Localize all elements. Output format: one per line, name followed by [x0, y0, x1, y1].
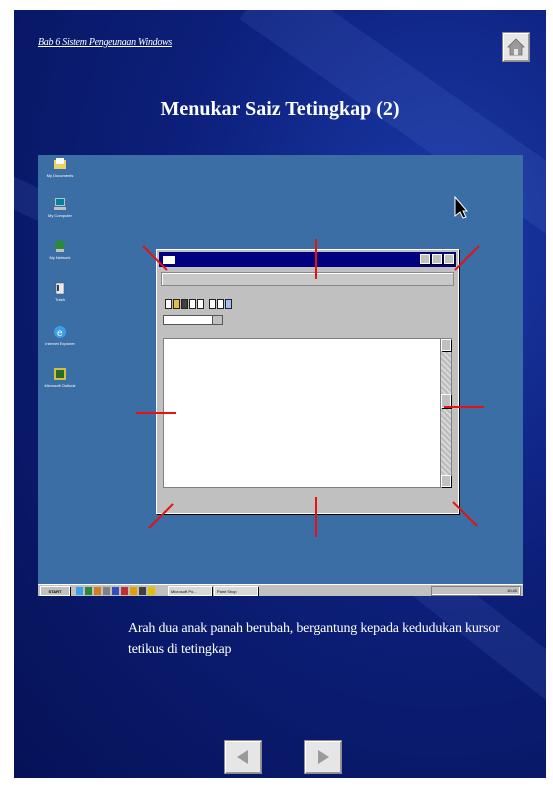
quicklaunch-icon[interactable]: [121, 587, 128, 595]
quicklaunch-icon[interactable]: [94, 587, 101, 595]
print-icon[interactable]: [189, 299, 196, 309]
slide-background: Bab 6 Sistem Pengeunaan Windows Menukar …: [14, 10, 546, 778]
preview-icon[interactable]: [197, 299, 204, 309]
system-tray: 10:40: [431, 586, 521, 596]
window-toolbar: [165, 299, 232, 311]
minimize-button[interactable]: [420, 254, 430, 264]
copy-icon[interactable]: [217, 299, 224, 309]
resize-marker-right: [444, 406, 484, 408]
network-icon: [55, 240, 65, 252]
internet-explorer-icon: e: [54, 326, 66, 339]
close-button[interactable]: [444, 254, 454, 264]
recycle-bin-icon: [55, 282, 65, 295]
cut-icon[interactable]: [209, 299, 216, 309]
save-icon[interactable]: [181, 299, 188, 309]
caption-text: Arah dua anak panah berubah, bergantung …: [128, 621, 500, 657]
resize-marker-bottom: [315, 497, 317, 537]
desktop-icon: My Network: [42, 239, 78, 260]
computer-icon: [54, 198, 66, 210]
desktop-screenshot: My Documents My Computer My Network Tras…: [38, 155, 523, 596]
desktop-icon: My Documents: [42, 157, 78, 178]
address-bar[interactable]: [161, 272, 454, 286]
outlook-icon: [54, 368, 66, 380]
folder-documents-icon: [54, 158, 66, 169]
resize-marker-bottom-right: [452, 501, 478, 527]
desktop-icon: e Internet Explorer: [42, 325, 78, 346]
document-area[interactable]: [163, 338, 443, 488]
taskbar: START Microsoft Po... Paint Shop 10:40: [38, 584, 523, 596]
svg-text:e: e: [57, 328, 63, 339]
desktop-icon: My Computer: [42, 197, 78, 218]
home-icon: [507, 38, 525, 56]
quicklaunch-icon[interactable]: [130, 587, 137, 595]
start-button[interactable]: START: [40, 586, 70, 596]
desktop-icon: Trash: [42, 281, 78, 302]
desktop-icon: Microsoft Outlook: [42, 367, 78, 388]
quicklaunch-icon[interactable]: [76, 587, 83, 595]
quicklaunch-icon[interactable]: [148, 587, 155, 595]
maximize-button[interactable]: [432, 254, 442, 264]
home-button[interactable]: [502, 32, 530, 62]
next-button[interactable]: [304, 740, 342, 774]
quicklaunch-icon[interactable]: [103, 587, 110, 595]
quicklaunch-icon[interactable]: [85, 587, 92, 595]
clock[interactable]: 10:40: [507, 588, 517, 593]
new-icon[interactable]: [165, 299, 172, 309]
arrow-right-icon: [318, 750, 329, 764]
previous-button[interactable]: [224, 740, 262, 774]
slide-title: Menukar Saiz Tetingkap (2): [160, 98, 400, 120]
open-icon[interactable]: [173, 299, 180, 309]
quicklaunch-icon[interactable]: [112, 587, 119, 595]
quicklaunch-icon[interactable]: [139, 587, 146, 595]
resize-marker-left: [136, 412, 176, 414]
style-select[interactable]: [163, 315, 223, 325]
mouse-pointer-icon: [454, 195, 469, 219]
vertical-scrollbar[interactable]: [440, 338, 452, 488]
scroll-down-button[interactable]: [441, 475, 451, 487]
taskbar-button[interactable]: Paint Shop: [214, 586, 258, 596]
window-titlebar[interactable]: [159, 252, 456, 267]
paste-icon[interactable]: [225, 299, 232, 309]
scroll-up-button[interactable]: [441, 339, 451, 351]
taskbar-button[interactable]: Microsoft Po...: [168, 586, 212, 596]
breadcrumb[interactable]: Bab 6 Sistem Pengeunaan Windows: [38, 37, 172, 48]
resize-marker-top: [315, 239, 317, 279]
arrow-left-icon: [237, 750, 248, 764]
app-window[interactable]: [156, 249, 459, 514]
window-title-icon: [163, 256, 175, 264]
